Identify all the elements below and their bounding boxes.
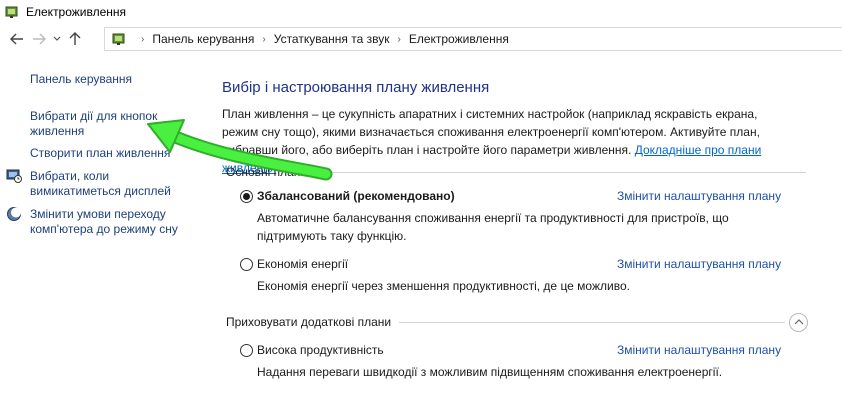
sidebar-item-control-panel-home[interactable]: Панель керування xyxy=(30,72,132,87)
forward-arrow-icon[interactable] xyxy=(28,28,50,50)
change-plan-settings-link[interactable]: Змінити налаштування плану xyxy=(617,343,781,357)
breadcrumb-separator[interactable]: › xyxy=(397,34,400,45)
title-bar: Електроживлення xyxy=(0,0,842,24)
address-bar[interactable]: › Панель керування › Устаткування та зву… xyxy=(104,27,842,51)
preferred-plans-label: Основні плани xyxy=(226,165,308,179)
breadcrumb-control-panel[interactable]: Панель керування xyxy=(152,32,254,46)
preferred-plans-group: Основні плани xyxy=(226,164,806,180)
hide-additional-plans-label[interactable]: Приховувати додаткові плани xyxy=(226,315,399,329)
power-options-icon xyxy=(5,6,18,18)
navigation-bar: › Панель керування › Устаткування та зву… xyxy=(0,27,842,51)
plan-high-performance-name[interactable]: Висока продуктивність xyxy=(257,343,384,357)
plan-balanced-name[interactable]: Збалансований (рекомендовано) xyxy=(257,189,455,203)
plan-balanced-radio[interactable] xyxy=(240,190,253,203)
breadcrumb-power-options[interactable]: Електроживлення xyxy=(409,32,509,46)
hidden-plans-group[interactable]: Приховувати додаткові плани xyxy=(226,312,808,332)
sidebar-item-power-buttons[interactable]: Вибрати дії для кнопок живлення xyxy=(30,109,180,139)
divider xyxy=(399,321,785,323)
page-title: Вибір і настроювання плану живлення xyxy=(222,79,490,96)
divider xyxy=(315,171,806,173)
change-plan-settings-link[interactable]: Змінити налаштування плану xyxy=(617,257,781,271)
plan-balanced-description: Автоматичне балансування споживання енер… xyxy=(257,211,729,243)
up-arrow-icon[interactable] xyxy=(64,28,86,50)
breadcrumb-separator[interactable]: › xyxy=(141,34,144,45)
plan-power-saver-description: Економія енергії через зменшення продукт… xyxy=(257,279,630,293)
plan-high-performance-radio[interactable] xyxy=(240,344,253,357)
window-title: Електроживлення xyxy=(26,5,127,19)
display-icon xyxy=(6,169,22,183)
breadcrumb-hardware-sound[interactable]: Устаткування та звук xyxy=(274,32,390,46)
plan-high-performance-description: Надання переваги швидкодії з можливим пі… xyxy=(257,365,723,379)
change-plan-settings-link[interactable]: Змінити налаштування плану xyxy=(617,189,781,203)
moon-icon xyxy=(7,207,21,221)
chevron-up-icon[interactable] xyxy=(789,312,808,332)
sidebar-item-create-plan[interactable]: Створити план живлення xyxy=(30,146,170,161)
back-arrow-icon[interactable] xyxy=(6,28,28,50)
control-panel-icon xyxy=(112,33,125,45)
plan-power-saver-name[interactable]: Економія енергії xyxy=(257,257,348,271)
sidebar-item-sleep-settings[interactable]: Змінити умови переходу комп'ютера до реж… xyxy=(30,207,210,237)
plan-power-saver-radio[interactable] xyxy=(240,258,253,271)
sidebar-item-display-off[interactable]: Вибрати, коли вимикатиметься дисплей xyxy=(30,169,190,199)
breadcrumb-separator[interactable]: › xyxy=(262,34,265,45)
chevron-down-icon[interactable] xyxy=(50,28,64,50)
